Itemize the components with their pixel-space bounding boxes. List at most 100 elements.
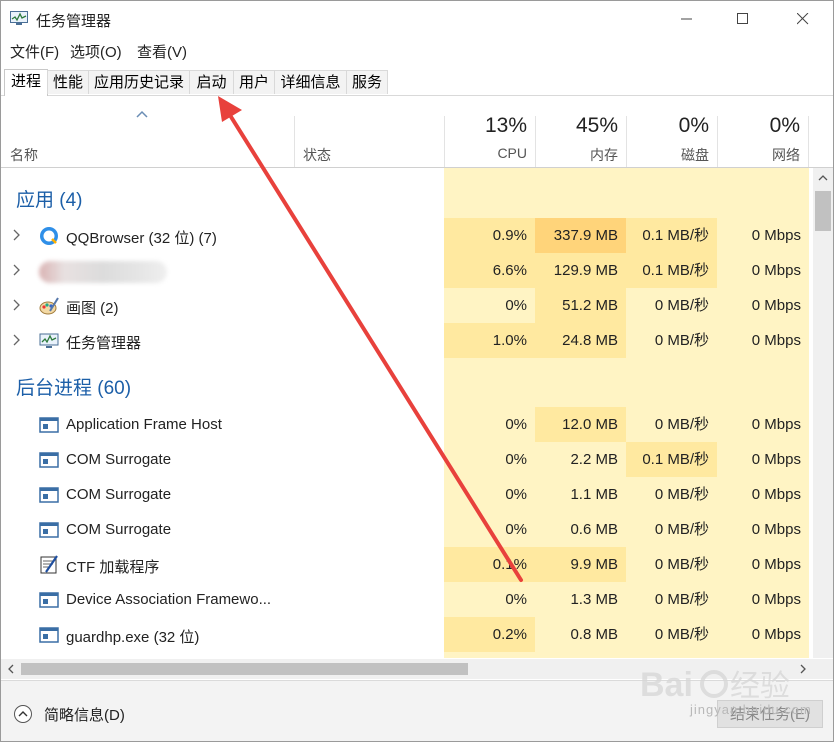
process-name: COM Surrogate (66, 486, 172, 503)
disk-cell: 0.1 MB/秒 (626, 442, 717, 477)
minimize-icon (681, 18, 692, 20)
network-cell: 0 Mbps (717, 512, 809, 547)
scroll-right-icon[interactable] (793, 659, 813, 679)
disk-cell: 0 MB/秒 (626, 617, 717, 652)
cpu-cell: 0.1% (444, 547, 535, 582)
process-row[interactable]: CTF 加载程序 0.1% 9.9 MB 0 MB/秒 0 Mbps (1, 547, 809, 582)
cpu-cell: 0% (444, 512, 535, 547)
process-name: guardhp.exe (32 位) (66, 629, 200, 646)
network-total-percent: 0% (769, 114, 800, 137)
tab-app-history[interactable]: 应用历史记录 (88, 70, 190, 94)
column-divider (294, 116, 295, 167)
vertical-scrollbar[interactable] (813, 168, 833, 658)
tab-details[interactable]: 详细信息 (274, 70, 347, 94)
process-row[interactable]: COM Surrogate 0% 1.1 MB 0 MB/秒 0 Mbps (1, 477, 809, 512)
process-name: COM Surrogate (66, 521, 172, 538)
close-button[interactable] (781, 1, 827, 39)
chevron-right-icon[interactable] (12, 229, 21, 241)
memory-cell: 12.0 MB (535, 407, 626, 442)
process-row[interactable]: 画图 (2) 0% 51.2 MB 0 MB/秒 0 Mbps (1, 288, 809, 323)
disk-cell: 0 MB/秒 (626, 477, 717, 512)
memory-cell: 9.9 MB (535, 547, 626, 582)
qqbrowser-icon (40, 227, 58, 245)
memory-cell: 1.1 MB (535, 477, 626, 512)
process-row[interactable]: COM Surrogate 0% 0.6 MB 0 MB/秒 0 Mbps (1, 512, 809, 547)
minimize-button[interactable] (665, 1, 711, 39)
menu-view[interactable]: 查看(V) (137, 41, 187, 62)
disk-cell: 0 MB/秒 (626, 407, 717, 442)
title-bar: 任务管理器 (1, 1, 833, 39)
task-manager-app-icon (10, 11, 28, 25)
disk-cell: 0 MB/秒 (626, 288, 717, 323)
cpu-cell: 0% (444, 288, 535, 323)
close-icon (797, 13, 809, 25)
chevron-right-icon[interactable] (12, 299, 21, 311)
chevron-right-icon[interactable] (12, 264, 21, 276)
group-apps-title[interactable]: 应用 (4) (16, 185, 83, 212)
memory-cell: 337.9 MB (535, 218, 626, 253)
process-row[interactable]: COM Surrogate 0% 2.2 MB 0.1 MB/秒 0 Mbps (1, 442, 809, 477)
column-divider (808, 116, 809, 167)
scroll-up-icon[interactable] (813, 168, 833, 188)
vertical-scroll-thumb[interactable] (815, 191, 831, 231)
chevron-right-icon[interactable] (12, 334, 21, 346)
process-window-icon (39, 627, 59, 643)
menu-file[interactable]: 文件(F) (10, 41, 59, 62)
column-disk[interactable]: 磁盘 (627, 145, 709, 165)
process-row[interactable]: QQBrowser (32 位) (7) 0.9% 337.9 MB 0.1 M… (1, 218, 809, 253)
collapse-up-icon[interactable] (13, 704, 33, 724)
cpu-cell: 0% (444, 442, 535, 477)
network-cell: 0 Mbps (717, 442, 809, 477)
scrollbar-corner (813, 659, 833, 679)
ctf-loader-icon (40, 555, 58, 574)
fewer-details-link[interactable]: 简略信息(D) (44, 704, 125, 725)
disk-cell: 0.1 MB/秒 (626, 253, 717, 288)
maximize-icon (737, 13, 748, 24)
tab-processes[interactable]: 进程 (4, 69, 48, 96)
network-cell: 0 Mbps (717, 288, 809, 323)
process-window-icon (39, 487, 59, 503)
process-window-icon (39, 417, 59, 433)
disk-cell: 0 MB/秒 (626, 582, 717, 617)
process-name: Application Frame Host (66, 416, 222, 433)
maximize-button[interactable] (721, 1, 767, 39)
disk-cell: 0 MB/秒 (626, 323, 717, 358)
tab-users[interactable]: 用户 (233, 70, 275, 94)
memory-cell: 24.8 MB (535, 323, 626, 358)
column-cpu[interactable]: CPU (445, 145, 527, 161)
process-name: COM Surrogate (66, 451, 172, 468)
cpu-cell: 0% (444, 582, 535, 617)
memory-cell: 0.8 MB (535, 617, 626, 652)
task-manager-icon (39, 333, 59, 348)
network-cell: 0 Mbps (717, 582, 809, 617)
sort-up-icon (136, 110, 148, 118)
process-row[interactable]: guardhp.exe (32 位) 0.2% 0.8 MB 0 MB/秒 0 … (1, 617, 809, 652)
process-row[interactable]: 任务管理器 1.0% 24.8 MB 0 MB/秒 0 Mbps (1, 323, 809, 358)
tab-startup[interactable]: 启动 (189, 70, 234, 94)
network-cell: 0 Mbps (717, 547, 809, 582)
group-background-title[interactable]: 后台进程 (60) (16, 373, 131, 400)
tab-performance[interactable]: 性能 (47, 70, 89, 94)
scroll-left-icon[interactable] (1, 659, 21, 679)
column-status[interactable]: 状态 (303, 145, 331, 165)
column-name[interactable]: 名称 (10, 145, 38, 165)
cpu-cell: 6.6% (444, 253, 535, 288)
cpu-cell: 0% (444, 477, 535, 512)
process-window-icon (39, 452, 59, 468)
process-row[interactable]: 6.6% 129.9 MB 0.1 MB/秒 0 Mbps (1, 253, 809, 288)
process-row[interactable]: Application Frame Host 0% 12.0 MB 0 MB/秒… (1, 407, 809, 442)
process-window-icon (39, 522, 59, 538)
tab-services[interactable]: 服务 (346, 70, 388, 94)
cpu-cell: 0.9% (444, 218, 535, 253)
process-name: CTF 加载程序 (66, 559, 160, 576)
horizontal-scroll-thumb[interactable] (21, 663, 468, 675)
process-name: QQBrowser (32 位) (7) (66, 230, 217, 247)
column-network[interactable]: 网络 (718, 145, 800, 165)
menu-options[interactable]: 选项(O) (70, 41, 122, 62)
tab-bar: 进程 性能 应用历史记录 启动 用户 详细信息 服务 (1, 69, 833, 96)
process-row[interactable]: Device Association Framewo... 0% 1.3 MB … (1, 582, 809, 617)
network-cell: 0 Mbps (717, 323, 809, 358)
watermark-url: jingyan.baidu.com (690, 702, 812, 717)
cpu-total-percent: 13% (484, 114, 527, 137)
column-memory[interactable]: 内存 (536, 145, 618, 165)
